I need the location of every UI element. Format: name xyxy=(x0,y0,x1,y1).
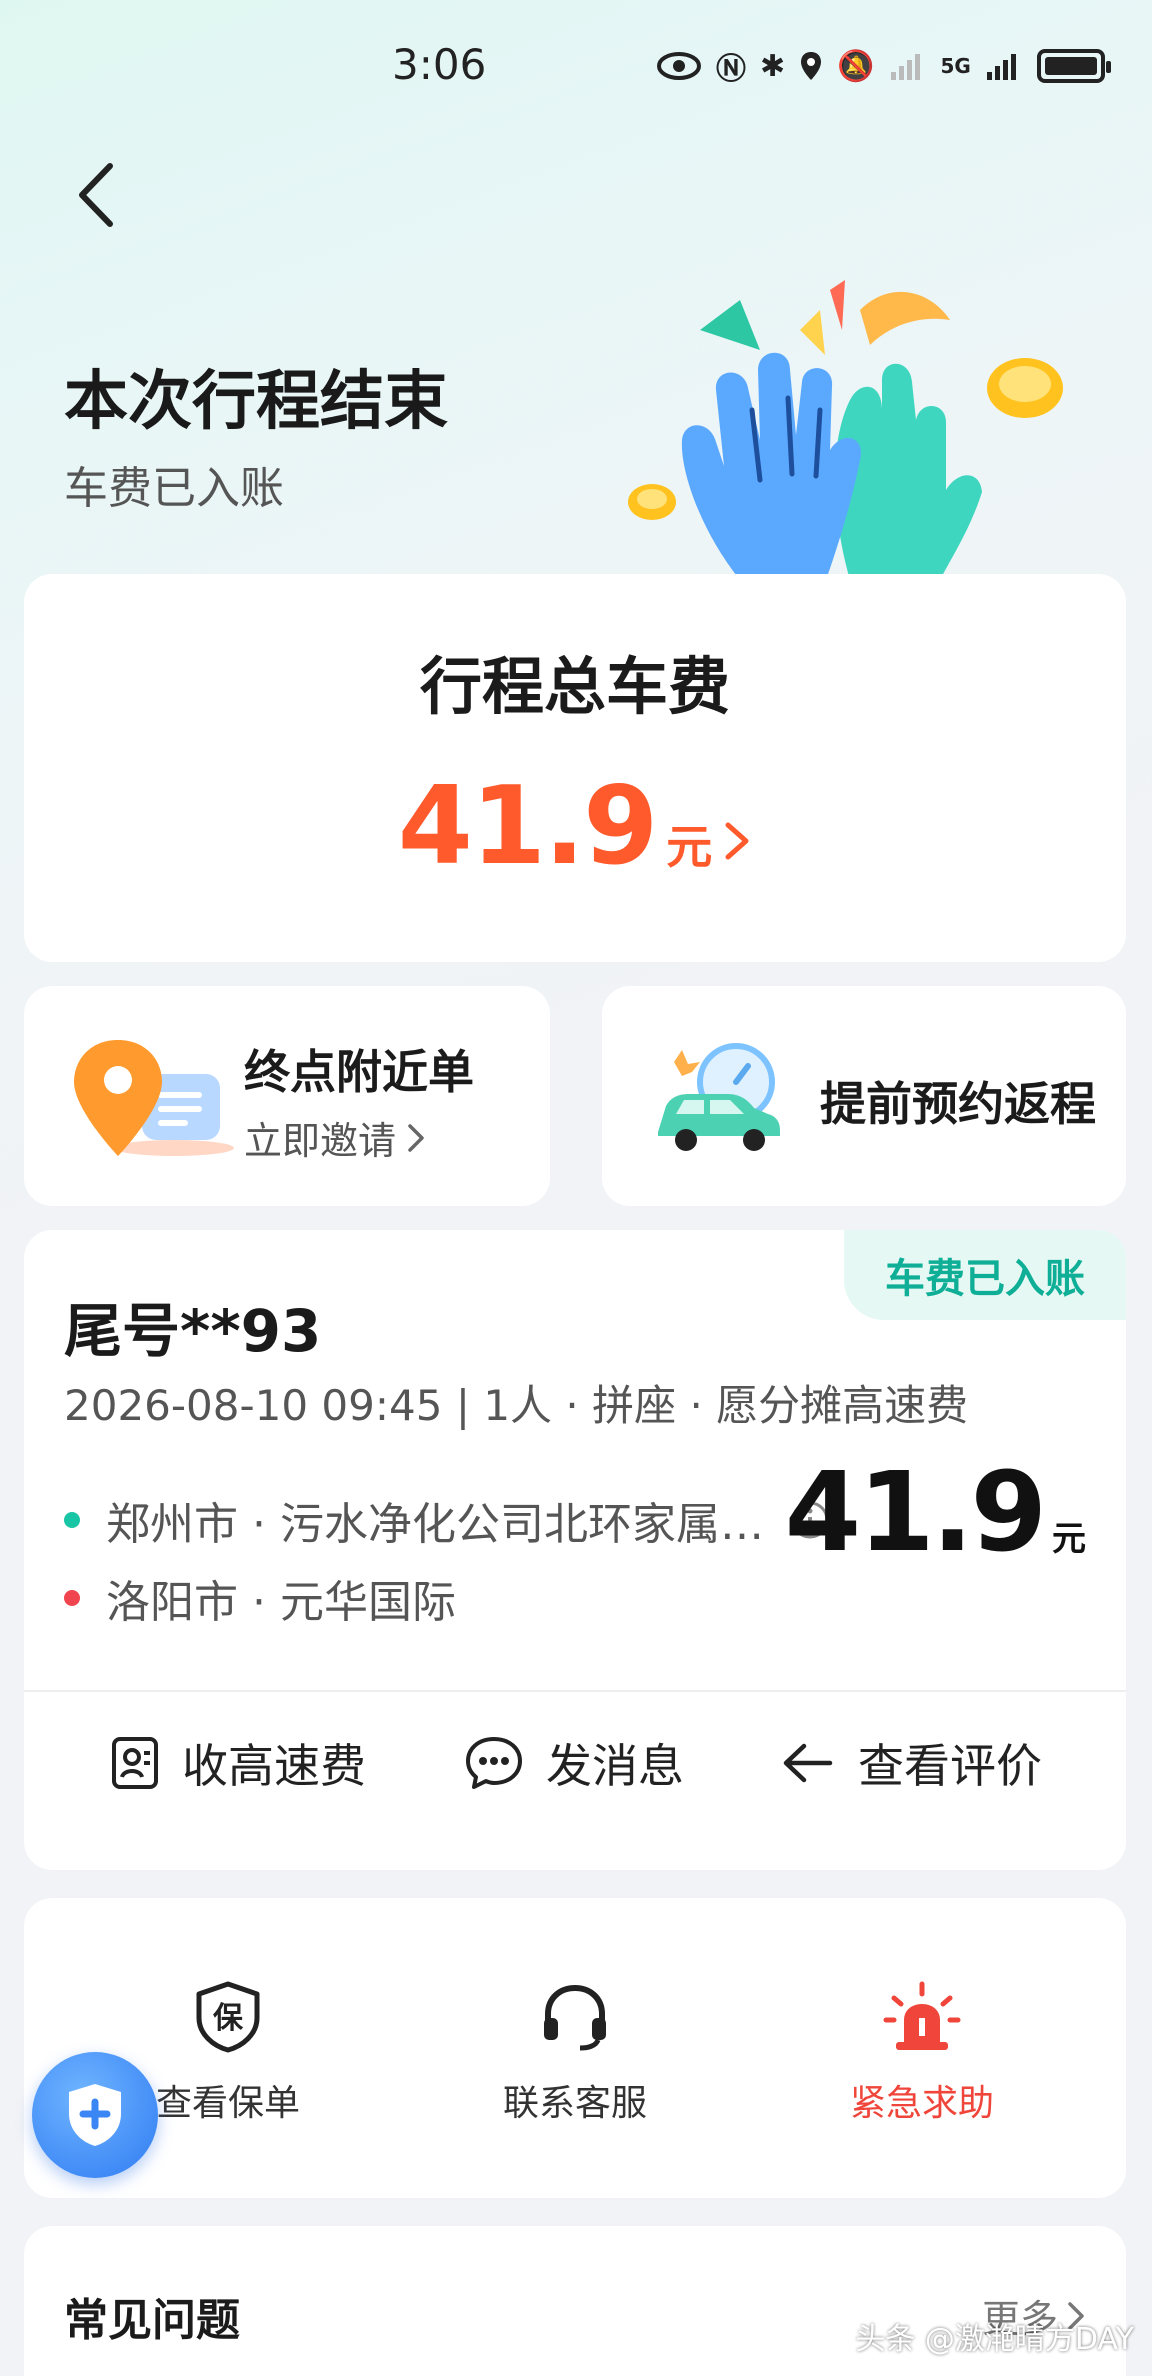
destination-dot-icon xyxy=(64,1590,80,1606)
network-type-label: 5G xyxy=(940,54,971,78)
send-message-button[interactable]: 发消息 xyxy=(464,1730,684,1796)
collect-toll-label: 收高速费 xyxy=(182,1739,366,1793)
watermark-text: 头条 @激滟晴方DAY xyxy=(855,2322,1134,2357)
trip-card: 车费已入账 尾号**93 2026-08-10 09:45 | 1人 · 拼座 … xyxy=(24,1230,1126,1870)
back-arrow-icon[interactable] xyxy=(70,160,130,230)
faq-title: 常见问题 xyxy=(64,2295,240,2346)
safety-shield-icon xyxy=(69,2084,121,2146)
nfc-icon: Ⓝ xyxy=(716,52,746,87)
destination-address: 洛阳市 · 元华国际 xyxy=(106,1577,456,1628)
alarm-siren-icon xyxy=(883,1981,961,2050)
signal-full-icon xyxy=(986,54,1016,80)
nearby-orders-title: 终点附近单 xyxy=(244,1045,474,1099)
invite-link[interactable]: 立即邀请 xyxy=(244,1110,426,1165)
chat-bubble-icon xyxy=(466,1737,522,1789)
trip-meta: 2026-08-10 09:45 | 1人 · 拼座 · 愿分摊高速费 xyxy=(64,1381,969,1430)
view-review-label: 查看评价 xyxy=(858,1739,1042,1793)
location-pin-illustration xyxy=(74,1040,234,1156)
collect-toll-button[interactable]: 收高速费 xyxy=(110,1730,366,1796)
view-review-button[interactable]: 查看评价 xyxy=(780,1730,1042,1796)
origin-row: 郑州市 · 污水净化公司北环家属… xyxy=(64,1488,830,1552)
fare-label: 行程总车费 xyxy=(419,650,730,723)
page-title: 本次行程结束 xyxy=(64,365,448,439)
plate-number: 尾号**93 xyxy=(64,1297,322,1365)
headset-icon xyxy=(544,1984,606,2051)
safety-shield-button[interactable] xyxy=(32,2052,158,2178)
chevron-right-icon xyxy=(408,1123,424,1152)
fare-amount-row[interactable]: 41.9 元 xyxy=(24,764,1126,889)
trip-amount: 41.9 元 xyxy=(785,1448,1086,1576)
contact-support-label: 联系客服 xyxy=(502,2083,647,2124)
fare-amount: 41.9 xyxy=(397,764,658,889)
fare-unit: 元 xyxy=(666,820,713,874)
send-message-label: 发消息 xyxy=(546,1739,684,1793)
eye-icon xyxy=(657,52,701,80)
trip-amount-value: 41.9 xyxy=(784,1448,1047,1576)
signal-weak-icon xyxy=(890,54,920,80)
high-five-illustration xyxy=(628,280,1063,580)
toll-receipt-icon xyxy=(112,1737,158,1789)
mute-icon: 🔕 xyxy=(837,48,875,84)
contact-support-button[interactable]: 联系客服 xyxy=(425,1980,725,2126)
origin-address: 郑州市 · 污水净化公司北环家属… xyxy=(106,1499,764,1550)
destination-row: 洛阳市 · 元华国际 xyxy=(64,1566,456,1630)
divider xyxy=(24,1690,1126,1692)
page-subtitle: 车费已入账 xyxy=(64,463,284,514)
arrow-left-icon xyxy=(783,1743,833,1783)
nearby-orders-card[interactable]: 终点附近单 立即邀请 xyxy=(24,986,550,1206)
car-clock-illustration xyxy=(658,1043,780,1151)
battery-icon xyxy=(1036,49,1111,83)
fare-card[interactable]: 行程总车费 41.9 元 xyxy=(24,574,1126,962)
services-card: 保 查看保单 联系客服 紧急求助 xyxy=(24,1898,1126,2198)
book-return-card[interactable]: 提前预约返程 xyxy=(602,986,1126,1206)
invite-link-label: 立即邀请 xyxy=(244,1119,397,1163)
status-badge: 车费已入账 xyxy=(844,1230,1126,1320)
status-time: 3:06 xyxy=(392,40,487,89)
emergency-help-button[interactable]: 紧急求助 xyxy=(772,1980,1072,2126)
trip-amount-unit: 元 xyxy=(1052,1519,1086,1559)
view-policy-label: 查看保单 xyxy=(155,2083,300,2124)
insurance-shield-icon: 保 xyxy=(196,1981,260,2053)
book-return-title: 提前预约返程 xyxy=(820,1077,1096,1131)
insurance-shield-glyph: 保 xyxy=(213,2001,244,2036)
status-icons: Ⓝ ✱ 🔕 5G xyxy=(656,44,1111,88)
chevron-right-icon xyxy=(725,822,749,860)
location-icon xyxy=(801,52,822,80)
origin-dot-icon xyxy=(64,1512,80,1528)
emergency-help-label: 紧急求助 xyxy=(849,2083,994,2124)
bluetooth-icon: ✱ xyxy=(760,48,786,84)
